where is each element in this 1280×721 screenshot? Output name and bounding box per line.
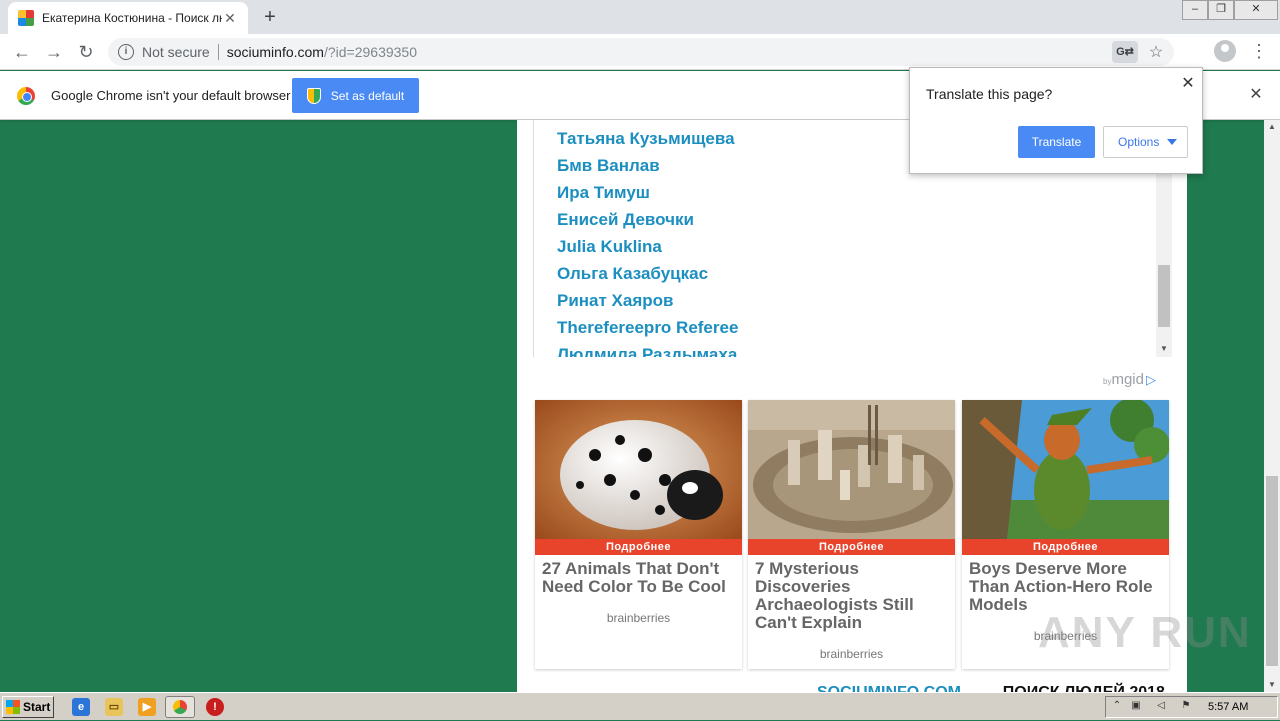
translate-popup-close-icon[interactable]: ✕ [1178,74,1198,94]
start-button[interactable]: Start [2,696,54,718]
page-scrollbar[interactable]: ▲ ▼ [1264,120,1280,692]
list-item[interactable]: Енисей Девочки [557,210,694,230]
volume-icon[interactable]: ◁ [1155,700,1167,712]
ad-title[interactable]: 27 Animals That Don't Need Color To Be C… [542,560,737,596]
folder-icon[interactable]: ▭ [105,698,123,716]
tab-strip: Екатерина Костюнина - Поиск лю... ✕ + – … [0,0,1280,34]
chrome-taskbar-icon [173,700,187,714]
tab-close-icon[interactable]: ✕ [222,10,238,27]
anyrun-watermark: ANY RUN [1038,608,1252,657]
page-scroll-up-icon[interactable]: ▲ [1264,120,1280,134]
list-item[interactable]: Ольга Казабуцкас [557,264,708,284]
scroll-down-arrow-icon[interactable]: ▼ [1156,344,1172,356]
browser-tab[interactable]: Екатерина Костюнина - Поиск лю... ✕ [8,2,248,34]
media-player-icon[interactable]: ▶ [138,698,156,716]
infobar-close-icon[interactable]: ✕ [1246,85,1266,105]
forward-arrow-icon[interactable]: → [42,40,66,64]
network-icon[interactable]: ▣ [1130,700,1142,712]
list-item[interactable]: Татьяна Кузьмищева [557,129,735,149]
windows-logo-icon [6,700,20,714]
ad-badge[interactable]: Подробнее [535,539,742,555]
translate-popup-title: Translate this page? [926,86,1053,102]
site-favicon-icon [18,10,34,26]
tab-title: Екатерина Костюнина - Поиск лю... [42,11,222,25]
kebab-menu-icon[interactable]: ⋮ [1250,40,1268,64]
window-close-button[interactable]: ✕ [1234,0,1278,20]
ladybug-image [535,400,742,539]
set-as-default-button[interactable]: Set as default [292,78,419,113]
set-as-default-label: Set as default [330,88,405,103]
ad-card[interactable]: Подробнее 27 Animals That Don't Need Col… [535,400,742,669]
taskbar-clock[interactable]: 5:57 AM [1208,701,1248,713]
back-arrow-icon[interactable]: ← [10,40,34,64]
info-icon[interactable]: i [118,44,134,60]
reload-icon[interactable]: ↻ [74,40,98,64]
robin-hood-fox-image [962,400,1169,539]
list-item[interactable]: Людмила Раздымаха [557,345,737,357]
ad-badge[interactable]: Подробнее [748,539,955,555]
chrome-logo-icon [17,87,35,105]
list-item[interactable]: Бмв Ванлав [557,156,660,176]
minimize-button[interactable]: – [1182,0,1208,20]
infobar-message: Google Chrome isn't your default browser [51,88,291,103]
tray-expand-icon[interactable]: ⌃ [1111,700,1123,712]
url-host: sociuminfo.com [226,44,324,60]
ad-title[interactable]: 7 Mysterious Discoveries Archaeologists … [755,560,950,632]
page-scroll-thumb[interactable] [1266,476,1278,666]
bookmark-star-icon[interactable]: ☆ [1144,42,1168,62]
new-tab-button[interactable]: + [258,6,282,30]
ad-badge[interactable]: Подробнее [962,539,1169,555]
translate-popup: Translate this page? ✕ Translate Options [909,67,1203,174]
divider [217,44,219,60]
mgid-logo[interactable]: bymgid ▷ [1103,371,1156,388]
list-item[interactable]: Therefereepro Referee [557,318,738,338]
translate-button[interactable]: Translate [1018,126,1095,158]
translate-options-label: Options [1118,135,1160,149]
chrome-taskbar-button[interactable] [165,696,195,718]
restore-button[interactable]: ❐ [1208,0,1234,20]
page-scroll-down-icon[interactable]: ▼ [1264,678,1280,692]
mgid-name: mgid [1111,371,1144,388]
translate-options-button[interactable]: Options [1103,126,1188,158]
start-label: Start [23,700,51,714]
translate-icon[interactable]: G⇄ [1112,41,1138,63]
ad-source: brainberries [606,611,671,625]
archaeology-site-image [748,400,955,539]
adchoices-icon: ▷ [1145,372,1156,387]
profile-avatar-icon[interactable] [1214,40,1236,62]
shield-icon [306,87,321,104]
list-scroll-thumb[interactable] [1158,265,1170,327]
browser-toolbar: ← → ↻ i Not secure sociuminfo.com /?id=2… [0,34,1280,70]
internet-explorer-icon[interactable]: e [72,698,90,716]
list-item[interactable]: Ира Тимуш [557,183,650,203]
url-path: /?id=29639350 [323,44,418,60]
ad-source: brainberries [819,647,884,661]
list-item[interactable]: Julia Kuklina [557,237,662,257]
windows-taskbar: Start e ▭ ▶ ! ⌃ ▣ ◁ ⚑ 5:57 AM [0,692,1280,720]
ad-card[interactable]: Подробнее 7 Mysterious Discoveries Archa… [748,400,955,669]
ad-title[interactable]: Boys Deserve More Than Action-Hero Role … [969,560,1164,614]
flag-icon[interactable]: ⚑ [1180,700,1192,712]
address-bar[interactable]: i Not secure sociuminfo.com /?id=2963935… [108,38,1174,66]
dropdown-caret-icon [1167,139,1177,145]
list-item[interactable]: Ринат Хаяров [557,291,674,311]
security-label[interactable]: Not secure [142,44,210,60]
stop-icon[interactable]: ! [206,698,224,716]
